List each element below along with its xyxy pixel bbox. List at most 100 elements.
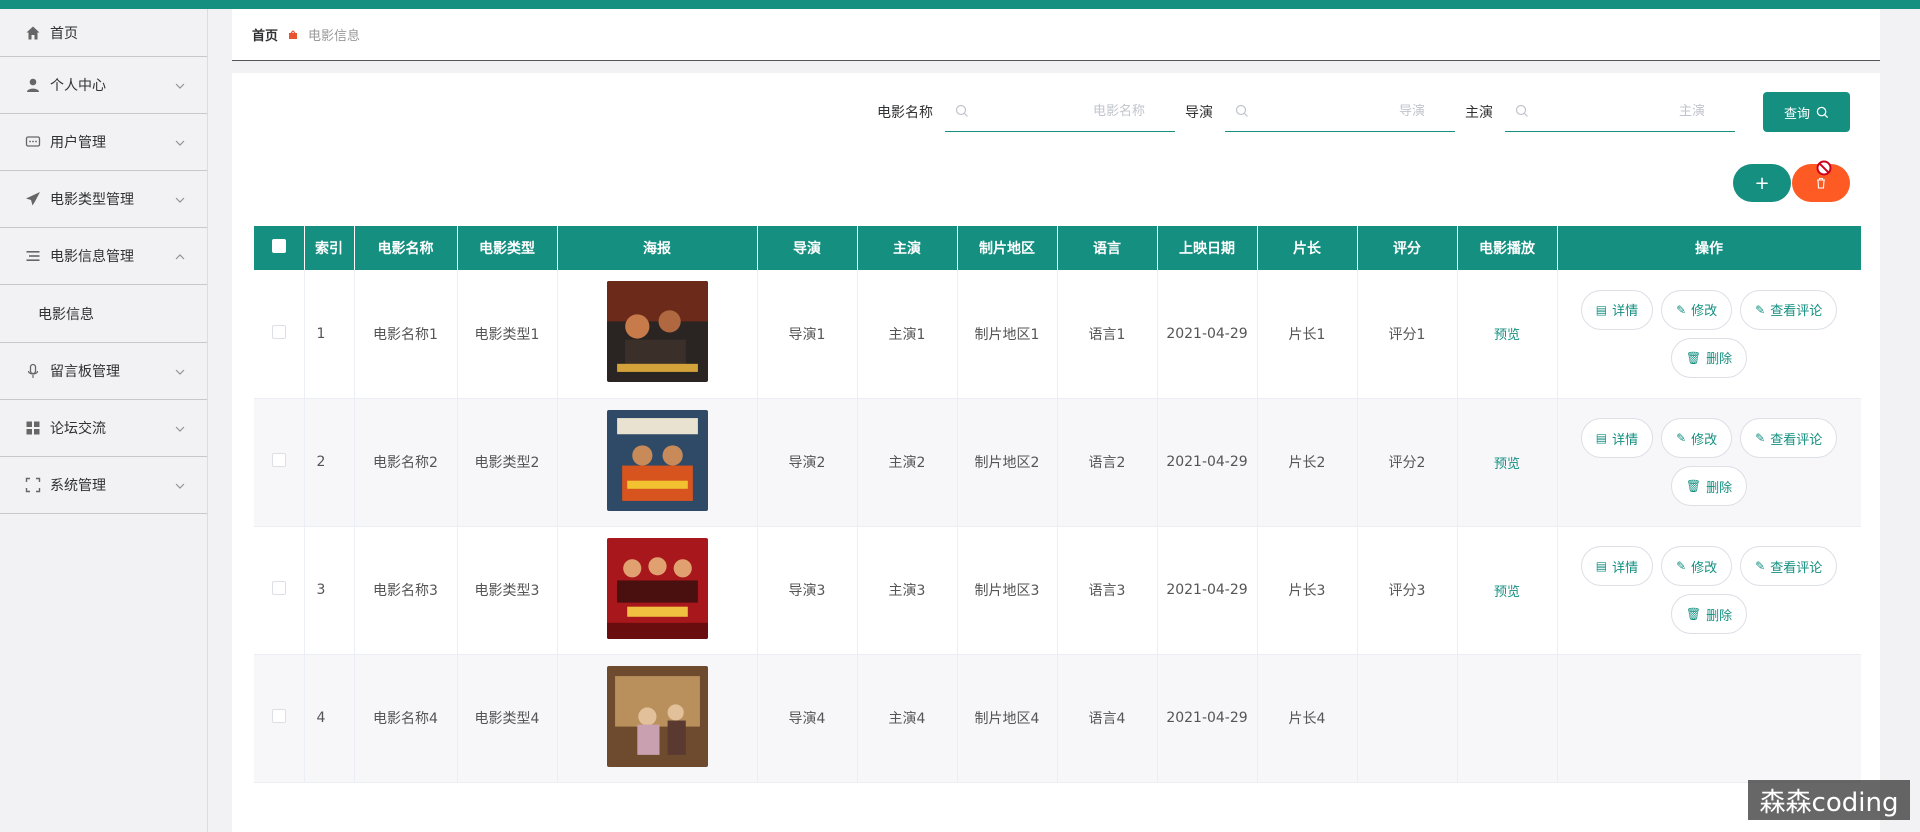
- movie-name-input[interactable]: [945, 92, 1175, 131]
- row-checkbox[interactable]: [271, 709, 286, 723]
- cell-region: 制片地区1: [957, 270, 1058, 399]
- poster-image[interactable]: [606, 665, 708, 767]
- cell-region: 制片地区3: [957, 526, 1058, 655]
- director-input[interactable]: [1225, 92, 1455, 131]
- poster-image[interactable]: [606, 281, 708, 383]
- preview-link[interactable]: 预览: [1494, 457, 1520, 472]
- edit-icon: ✎: [1755, 302, 1766, 317]
- sidebar-subitem-label: 电影信息: [38, 306, 94, 323]
- column-header: 片长: [1257, 226, 1358, 270]
- row-checkbox[interactable]: [271, 324, 286, 339]
- select-all-checkbox[interactable]: [271, 239, 286, 253]
- actor-field: [1505, 92, 1735, 132]
- sidebar-item-system[interactable]: 系统管理: [0, 457, 207, 514]
- row-checkbox[interactable]: [271, 453, 286, 467]
- view-comments-button[interactable]: ✎ 查看评论: [1740, 546, 1838, 586]
- chevron-down-icon: [175, 192, 185, 206]
- delete-button[interactable]: 🗑 删除: [1670, 594, 1748, 634]
- breadcrumb-home[interactable]: 首页: [252, 25, 278, 44]
- movie-name-field: [945, 92, 1175, 132]
- delete-label: 删除: [1706, 480, 1733, 496]
- sidebar-item-movie-info-management[interactable]: 电影信息管理: [0, 228, 207, 285]
- detail-button[interactable]: ▤ 详情: [1580, 418, 1654, 458]
- trash-icon: [1817, 177, 1825, 189]
- cell-director: 导演2: [757, 398, 858, 527]
- actor-label: 主演: [1465, 105, 1493, 121]
- cell-poster: [557, 398, 758, 527]
- cell-name: 电影名称3: [354, 526, 458, 655]
- column-header: 电影类型: [457, 226, 558, 270]
- row-select-cell: [254, 398, 305, 527]
- director-label: 导演: [1185, 105, 1213, 121]
- sidebar-item-movie-type-management[interactable]: 电影类型管理: [0, 171, 207, 228]
- sidebar-item-label: 电影信息管理: [50, 249, 134, 265]
- cell-name: 电影名称1: [354, 270, 458, 399]
- cell-ops: [1557, 654, 1861, 783]
- cell-length: 片长1: [1257, 270, 1358, 399]
- cell-actor: 主演3: [857, 526, 958, 655]
- column-header: 操作: [1557, 226, 1861, 270]
- user-icon: [24, 76, 42, 94]
- director-field: [1225, 92, 1455, 132]
- poster-image[interactable]: [606, 409, 708, 511]
- sidebar-item-label: 用户管理: [50, 135, 106, 151]
- chevron-down-icon: [175, 478, 185, 492]
- column-header: 评分: [1357, 226, 1458, 270]
- cell-actor: 主演4: [857, 654, 958, 783]
- detail-button[interactable]: ▤ 详情: [1580, 289, 1654, 330]
- cell-name: 电影名称2: [354, 398, 458, 527]
- row-select-cell: [254, 526, 305, 655]
- cell-ops: ▤ 详情 ✎ 修改 ✎ 查看评论 🗑 删除: [1557, 270, 1861, 399]
- chevron-down-icon: [175, 135, 185, 149]
- watermark: 森森coding: [1748, 780, 1910, 820]
- batch-delete-button[interactable]: [1792, 160, 1850, 202]
- add-button[interactable]: +: [1733, 164, 1791, 202]
- cell-language: 语言2: [1057, 398, 1158, 527]
- home-icon: [24, 24, 42, 42]
- edit-button[interactable]: ✎ 修改: [1661, 418, 1733, 458]
- detail-label: 详情: [1612, 304, 1639, 320]
- preview-link[interactable]: 预览: [1494, 328, 1520, 343]
- detail-label: 详情: [1612, 432, 1639, 448]
- chevron-up-icon: [175, 249, 185, 263]
- cell-language: 语言4: [1057, 654, 1158, 783]
- delete-label: 删除: [1706, 352, 1733, 368]
- sidebar-subitem-movie-info[interactable]: 电影信息: [0, 285, 207, 343]
- add-button-label: +: [1754, 172, 1770, 194]
- document-icon: ▤: [1595, 431, 1608, 445]
- edit-icon: ✎: [1676, 302, 1687, 317]
- trash-icon: 🗑: [1685, 607, 1702, 621]
- edit-button[interactable]: ✎ 修改: [1661, 289, 1733, 330]
- table-header-row: 索引 电影名称 电影类型 海报 导演 主演 制片地区 语言 上映日期 片长 评分…: [254, 226, 1861, 270]
- sidebar-item-home[interactable]: 首页: [0, 9, 207, 57]
- edit-label: 修改: [1691, 304, 1718, 320]
- delete-button[interactable]: 🗑 删除: [1670, 337, 1748, 378]
- poster-image[interactable]: [606, 537, 708, 639]
- cell-index: 4: [304, 654, 355, 783]
- query-button[interactable]: 查询: [1763, 92, 1850, 132]
- chevron-down-icon: [175, 78, 185, 92]
- cell-index: 3: [304, 526, 355, 655]
- row-checkbox[interactable]: [271, 581, 286, 595]
- delete-button[interactable]: 🗑 删除: [1670, 466, 1748, 506]
- search-icon: [1816, 106, 1829, 118]
- edit-button[interactable]: ✎ 修改: [1661, 546, 1733, 586]
- document-icon: ▤: [1595, 559, 1608, 573]
- edit-label: 修改: [1691, 432, 1718, 448]
- cell-date: 2021-04-29: [1157, 654, 1258, 783]
- sidebar-item-personal-center[interactable]: 个人中心: [0, 57, 207, 114]
- view-comments-button[interactable]: ✎ 查看评论: [1740, 418, 1838, 458]
- paper-plane-icon: [24, 190, 42, 208]
- fullscreen-icon: [24, 476, 42, 494]
- edit-icon: ✎: [1676, 431, 1687, 445]
- search-icon: [1515, 104, 1529, 118]
- sidebar-item-label: 个人中心: [50, 78, 106, 94]
- view-comments-button[interactable]: ✎ 查看评论: [1740, 289, 1838, 330]
- sidebar-item-user-management[interactable]: 用户管理: [0, 114, 207, 171]
- microphone-icon: [24, 362, 42, 380]
- sidebar-item-forum[interactable]: 论坛交流: [0, 400, 207, 457]
- actor-input[interactable]: [1505, 92, 1735, 131]
- sidebar-item-message-board[interactable]: 留言板管理: [0, 343, 207, 400]
- detail-button[interactable]: ▤ 详情: [1580, 546, 1654, 586]
- preview-link[interactable]: 预览: [1494, 585, 1520, 600]
